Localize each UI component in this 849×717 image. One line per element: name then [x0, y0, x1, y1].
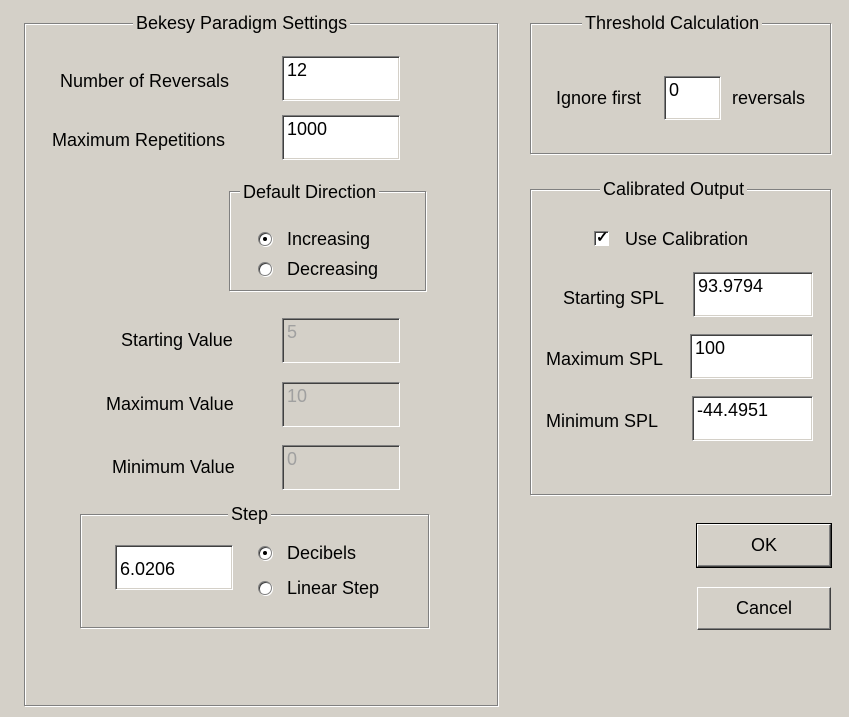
calibrated-output-title: Calibrated Output [600, 178, 748, 200]
step-title: Step [228, 503, 272, 525]
threshold-calculation-title: Threshold Calculation [582, 12, 763, 34]
minimum-value-field[interactable]: 0 [282, 445, 400, 490]
starting-value-label: Starting Value [121, 330, 233, 350]
maximum-spl-label: Maximum SPL [546, 349, 664, 369]
use-calibration-checkbox[interactable]: ✓ [594, 229, 609, 246]
maximum-spl-field[interactable]: 100 [690, 334, 813, 379]
maximum-repetitions-field[interactable]: 1000 [282, 115, 400, 160]
minimum-value-label: Minimum Value [112, 457, 235, 477]
ignore-first-label: Ignore first [556, 88, 642, 108]
step-value-field[interactable]: 6.0206 [115, 545, 233, 590]
step-linear-radio[interactable] [258, 581, 272, 595]
ignore-first-field[interactable]: 0 [664, 76, 721, 120]
maximum-repetitions-label: Maximum Repetitions [52, 130, 226, 150]
reversals-label: reversals [732, 88, 806, 108]
step-decibels-label[interactable]: Decibels [287, 542, 356, 564]
radio-selected-dot [263, 551, 267, 555]
maximum-value-field[interactable]: 10 [282, 382, 400, 427]
checkmark-icon: ✓ [596, 229, 609, 246]
step-decibels-radio[interactable] [258, 546, 272, 560]
cancel-button[interactable]: Cancel [697, 587, 831, 630]
ok-button[interactable]: OK [696, 523, 832, 568]
minimum-spl-label: Minimum SPL [546, 411, 659, 431]
radio-selected-dot [263, 237, 267, 241]
maximum-value-label: Maximum Value [106, 394, 234, 414]
starting-value-field[interactable]: 5 [282, 318, 400, 363]
number-of-reversals-label: Number of Reversals [60, 71, 230, 91]
minimum-spl-field[interactable]: -44.4951 [692, 396, 813, 441]
default-direction-title: Default Direction [240, 181, 380, 203]
bekesy-settings-title: Bekesy Paradigm Settings [133, 12, 351, 34]
direction-increasing-label[interactable]: Increasing [287, 228, 370, 250]
direction-increasing-radio[interactable] [258, 232, 272, 246]
use-calibration-label[interactable]: Use Calibration [625, 228, 748, 250]
starting-spl-field[interactable]: 93.9794 [693, 272, 813, 317]
step-linear-label[interactable]: Linear Step [287, 577, 379, 599]
number-of-reversals-field[interactable]: 12 [282, 56, 400, 101]
direction-decreasing-radio[interactable] [258, 262, 272, 276]
direction-decreasing-label[interactable]: Decreasing [287, 258, 378, 280]
starting-spl-label: Starting SPL [563, 288, 665, 308]
